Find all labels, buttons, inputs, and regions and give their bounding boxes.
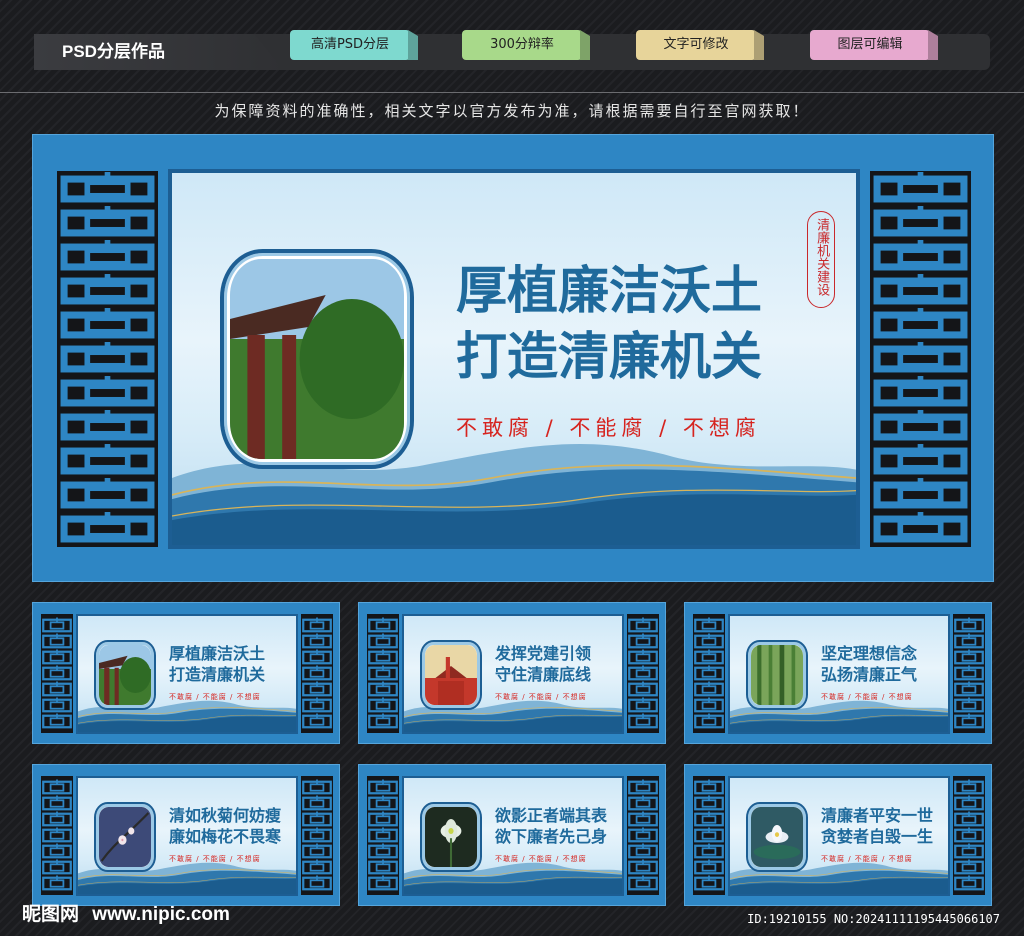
slogan: 不敢腐 / 不能腐 / 不想腐 [169, 855, 261, 863]
lattice-right [301, 614, 333, 733]
headline-line2: 弘扬清廉正气 [821, 665, 918, 684]
board-panel: 清如秋菊何妨瘦 廉如梅花不畏寒 不敢腐 / 不能腐 / 不想腐 [76, 776, 298, 896]
thumbnail-board-5: 欲影正者端其表 欲下廉者先己身 不敢腐 / 不能腐 / 不想腐 [358, 764, 666, 906]
thumbnail-board-2: 发挥党建引领 守住清廉底线 不敢腐 / 不能腐 / 不想腐 [358, 602, 666, 744]
lattice-left [367, 614, 399, 733]
photo-frame [420, 640, 482, 710]
slogan: 不敢腐 / 不能腐 / 不想腐 [821, 693, 913, 701]
lattice-right [627, 776, 659, 895]
tag-editable-text: 文字可修改 [636, 30, 756, 60]
lattice-left [41, 776, 73, 895]
board-panel: 厚植廉洁沃土 打造清廉机关不敢腐 / 不能腐 / 不想腐 清廉机关建设 [168, 169, 860, 549]
board-panel: 清廉者平安一世 贪婪者自毁一生 不敢腐 / 不能腐 / 不想腐 [728, 776, 950, 896]
board-panel: 欲影正者端其表 欲下廉者先己身 不敢腐 / 不能腐 / 不想腐 [402, 776, 624, 896]
vertical-seal: 清廉机关建设 [807, 211, 835, 309]
main-board: 厚植廉洁沃土 打造清廉机关不敢腐 / 不能腐 / 不想腐 清廉机关建设 [32, 134, 994, 582]
photo-tiananmen [425, 645, 477, 705]
photo-frame [746, 802, 808, 872]
slogan: 不敢腐 / 不能腐 / 不想腐 [495, 855, 587, 863]
slogan: 不敢腐 / 不能腐 / 不想腐 [495, 693, 587, 701]
photo-lotus [751, 807, 803, 867]
footer-logo: 昵图网 www.nipic.com [22, 899, 230, 926]
lattice-right [627, 614, 659, 733]
thumbnail-board-3: 坚定理想信念 弘扬清廉正气 不敢腐 / 不能腐 / 不想腐 [684, 602, 992, 744]
brand-label: PSD分层作品 [34, 34, 284, 70]
board-panel: 厚植廉洁沃土 打造清廉机关 不敢腐 / 不能腐 / 不想腐 [76, 614, 298, 734]
tag-resolution: 300分辩率 [462, 30, 582, 60]
lattice-right [870, 171, 971, 547]
photo-frame [420, 802, 482, 872]
footer-url: www.nipic.com [92, 904, 230, 925]
photo-flower [425, 807, 477, 867]
headline-line2: 廉如梅花不畏寒 [169, 827, 282, 846]
slogan: 不敢腐 / 不能腐 / 不想腐 [821, 855, 913, 863]
lattice-left [693, 776, 725, 895]
tag-hd-psd: 高清PSD分层 [290, 30, 410, 60]
headline-line2: 打造清廉机关 [456, 327, 763, 387]
tag-editable-layers: 图层可编辑 [810, 30, 930, 60]
headline-line2: 守住清廉底线 [495, 665, 592, 684]
photo-frame [746, 640, 808, 710]
lattice-left [57, 171, 158, 547]
notice-text: 为保障资料的准确性，相关文字以官方发布为准，请根据需要自行至官网获取！ [214, 102, 810, 120]
headline-line2: 欲下廉者先己身 [495, 827, 608, 846]
board-panel: 坚定理想信念 弘扬清廉正气 不敢腐 / 不能腐 / 不想腐 [728, 614, 950, 734]
footer-logo-text: 昵图网 [22, 904, 80, 925]
photo-bamboo [751, 645, 803, 705]
lattice-right [301, 776, 333, 895]
photo-pavilion [230, 259, 404, 459]
photo-frame [220, 249, 414, 469]
lattice-left [693, 614, 725, 733]
photo-pavilion [99, 645, 151, 705]
lattice-right [953, 614, 985, 733]
photo-frame [94, 640, 156, 710]
seal-text: 清廉机关建设 [814, 218, 830, 296]
headline-line2: 打造清廉机关 [169, 665, 266, 684]
lattice-left [367, 776, 399, 895]
thumbnail-board-1: 厚植廉洁沃土 打造清廉机关 不敢腐 / 不能腐 / 不想腐 [32, 602, 340, 744]
slogan: 不敢腐 / 不能腐 / 不想腐 [456, 416, 761, 440]
divider [0, 92, 1024, 93]
board-panel: 发挥党建引领 守住清廉底线 不敢腐 / 不能腐 / 不想腐 [402, 614, 624, 734]
photo-frame [94, 802, 156, 872]
headline-line2: 贪婪者自毁一生 [821, 827, 934, 846]
headline-line1: 厚植廉洁沃土 [456, 261, 763, 321]
slogan: 不敢腐 / 不能腐 / 不想腐 [169, 693, 261, 701]
footer-id: ID:19210155 NO:20241111195445066107 [747, 912, 1000, 926]
photo-plum [99, 807, 151, 867]
thumbnail-board-4: 清如秋菊何妨瘦 廉如梅花不畏寒 不敢腐 / 不能腐 / 不想腐 [32, 764, 340, 906]
lattice-left [41, 614, 73, 733]
thumbnail-board-6: 清廉者平安一世 贪婪者自毁一生 不敢腐 / 不能腐 / 不想腐 [684, 764, 992, 906]
lattice-right [953, 776, 985, 895]
